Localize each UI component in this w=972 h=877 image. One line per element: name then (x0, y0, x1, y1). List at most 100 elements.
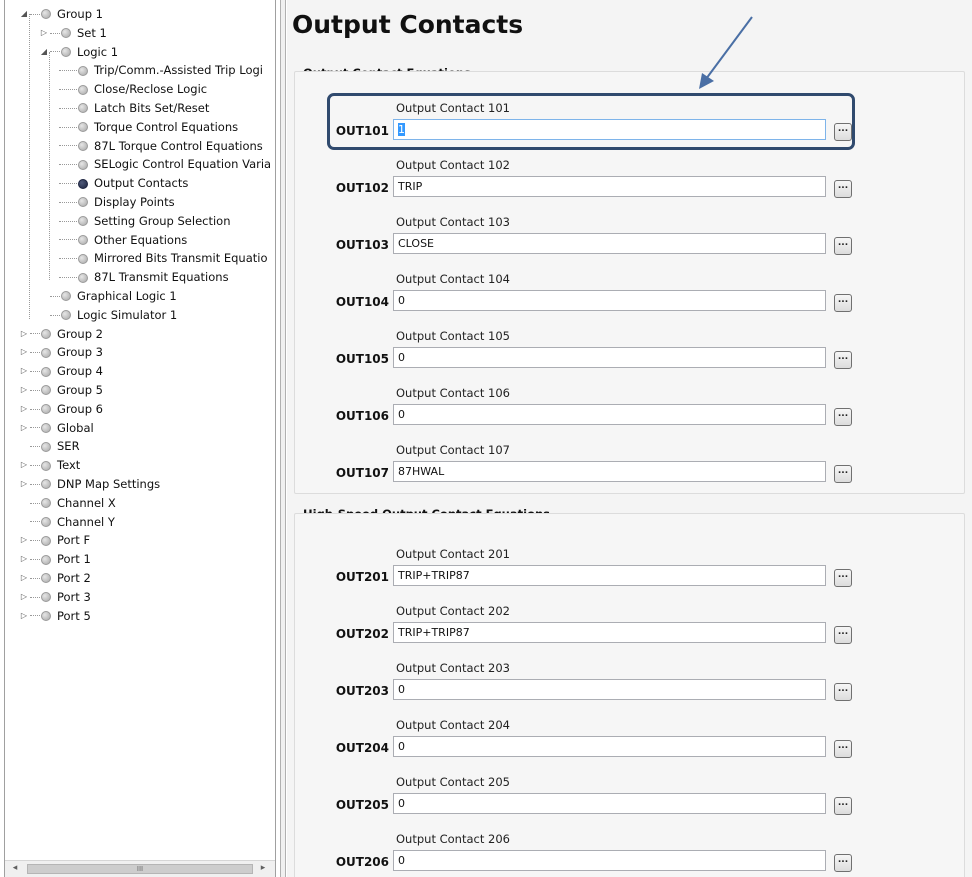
out106-input[interactable]: 0 (393, 404, 826, 425)
tree-item[interactable]: Close/Reclose Logic (59, 80, 207, 99)
ellipsis-button[interactable]: ... (834, 180, 852, 198)
out203-input[interactable]: 0 (393, 679, 826, 700)
out202-input[interactable]: TRIP+TRIP87 (393, 622, 826, 643)
tree-item-label: Port F (57, 533, 91, 548)
ellipsis-button[interactable]: ... (834, 854, 852, 872)
out105-input[interactable]: 0 (393, 347, 826, 368)
out206-input[interactable]: 0 (393, 850, 826, 871)
tree-item[interactable]: ▷ Port 1 (19, 550, 91, 569)
out103-input[interactable]: CLOSE (393, 233, 826, 254)
node-icon (41, 366, 51, 377)
tree-connector-line (59, 183, 77, 185)
collapsed-arrow-icon[interactable]: ▷ (19, 607, 29, 626)
collapsed-arrow-icon[interactable]: ▷ (19, 400, 29, 419)
field-name: OUT103 (335, 238, 389, 252)
ellipsis-button[interactable]: ... (834, 683, 852, 701)
ellipsis-button[interactable]: ... (834, 740, 852, 758)
collapsed-arrow-icon[interactable]: ▷ (19, 456, 29, 475)
tree-item[interactable]: 87L Torque Control Equations (59, 137, 263, 156)
tree-connector-line (30, 427, 40, 429)
tree-item[interactable]: Other Equations (59, 231, 187, 250)
field-caption: Output Contact 201 (396, 547, 510, 561)
tree-item[interactable]: Graphical Logic 1 (39, 287, 177, 306)
tree-item[interactable]: Mirrored Bits Transmit Equatio (59, 249, 268, 268)
tree-item[interactable]: SER (19, 437, 80, 456)
collapsed-arrow-icon[interactable]: ▷ (19, 362, 29, 381)
out104-input[interactable]: 0 (393, 290, 826, 311)
tree-item[interactable]: ▷ Port 5 (19, 607, 91, 626)
tree-item[interactable]: Latch Bits Set/Reset (59, 99, 209, 118)
tree-item[interactable]: ▷ Group 2 (19, 325, 103, 344)
out201-input[interactable]: TRIP+TRIP87 (393, 565, 826, 586)
collapsed-arrow-icon[interactable]: ▷ (19, 343, 29, 362)
out107-input[interactable]: 87HWAL (393, 461, 826, 482)
tree-item[interactable]: ▷ Port F (19, 531, 90, 550)
tree-horizontal-scrollbar[interactable]: ◂ III ▸ (5, 860, 275, 877)
tree-item[interactable]: ▷ Group 5 (19, 381, 103, 400)
tree-item[interactable]: Channel X (19, 494, 116, 513)
expanded-arrow-icon[interactable]: ◢ (39, 43, 49, 62)
tree-item-label: Text (57, 458, 81, 473)
collapsed-arrow-icon[interactable]: ▷ (39, 24, 49, 43)
pane-splitter[interactable] (280, 0, 286, 877)
ellipsis-button[interactable]: ... (834, 351, 852, 369)
tree-connector-line (59, 164, 77, 166)
out205-input[interactable]: 0 (393, 793, 826, 814)
tree-connector-line (30, 446, 40, 448)
collapsed-arrow-icon[interactable]: ▷ (19, 419, 29, 438)
tree-item[interactable]: ▷ Group 6 (19, 400, 103, 419)
tree-item[interactable]: Output Contacts (59, 174, 188, 193)
tree-item[interactable]: Logic Simulator 1 (39, 306, 177, 325)
ellipsis-button[interactable]: ... (834, 797, 852, 815)
collapsed-arrow-icon[interactable]: ▷ (19, 325, 29, 344)
tree-item[interactable]: ▷ Port 3 (19, 588, 91, 607)
tree-item[interactable]: Channel Y (19, 513, 115, 532)
field-row-out104: Output Contact 104 OUT104 0... (295, 272, 964, 324)
collapsed-arrow-icon[interactable]: ▷ (19, 569, 29, 588)
tree-item[interactable]: ▷ Group 4 (19, 362, 103, 381)
tree-item[interactable]: Trip/Comm.-Assisted Trip Logi (59, 61, 263, 80)
collapsed-arrow-icon[interactable]: ▷ (19, 475, 29, 494)
tree-item-label: Logic Simulator 1 (77, 307, 178, 322)
node-icon (41, 554, 51, 565)
tree-item[interactable]: ▷ Group 3 (19, 343, 103, 362)
node-icon (78, 84, 88, 95)
tree-item[interactable]: SELogic Control Equation Varia (59, 155, 271, 174)
node-icon (41, 460, 51, 471)
tree-item[interactable]: ▷ Set 1 (39, 24, 107, 43)
tree-item[interactable]: ▷ Text (19, 456, 80, 475)
ellipsis-button[interactable]: ... (834, 569, 852, 587)
scrollbar-thumb[interactable]: III (27, 864, 253, 874)
tree-item[interactable]: ◢ Group 1 (19, 5, 103, 24)
settings-tree-pane: ◢ Group 1 ▷ Set 1 ◢ Logic 1 Trip/Comm.-Assiste… (4, 0, 276, 877)
ellipsis-button[interactable]: ... (834, 408, 852, 426)
collapsed-arrow-icon[interactable]: ▷ (19, 531, 29, 550)
scroll-right-arrow-icon[interactable]: ▸ (256, 863, 270, 873)
tree-item[interactable]: ▷ Global (19, 419, 94, 438)
ellipsis-button[interactable]: ... (834, 237, 852, 255)
scroll-left-arrow-icon[interactable]: ◂ (8, 863, 22, 873)
tree-item[interactable]: Torque Control Equations (59, 118, 238, 137)
tree-item[interactable]: ▷ DNP Map Settings (19, 475, 160, 494)
tree-item[interactable]: 87L Transmit Equations (59, 268, 229, 287)
ellipsis-button[interactable]: ... (834, 294, 852, 312)
out204-input[interactable]: 0 (393, 736, 826, 757)
tree-item[interactable]: Display Points (59, 193, 175, 212)
expanded-arrow-icon[interactable]: ◢ (19, 5, 29, 24)
node-icon (41, 498, 51, 509)
field-row-out106: Output Contact 106 OUT106 0... (295, 386, 964, 438)
field-name: OUT101 (335, 124, 389, 138)
out101-input[interactable]: 1 (393, 119, 826, 140)
tree-item[interactable]: Setting Group Selection (59, 212, 231, 231)
ellipsis-button[interactable]: ... (834, 123, 852, 141)
tree-item[interactable]: ◢ Logic 1 (39, 43, 118, 62)
node-icon (41, 404, 51, 415)
ellipsis-button[interactable]: ... (834, 626, 852, 644)
collapsed-arrow-icon[interactable]: ▷ (19, 381, 29, 400)
ellipsis-button[interactable]: ... (834, 465, 852, 483)
collapsed-arrow-icon[interactable]: ▷ (19, 588, 29, 607)
out102-input[interactable]: TRIP (393, 176, 826, 197)
field-row-out201: Output Contact 201 OUT201 TRIP+TRIP87... (295, 547, 964, 599)
collapsed-arrow-icon[interactable]: ▷ (19, 550, 29, 569)
tree-item[interactable]: ▷ Port 2 (19, 569, 91, 588)
